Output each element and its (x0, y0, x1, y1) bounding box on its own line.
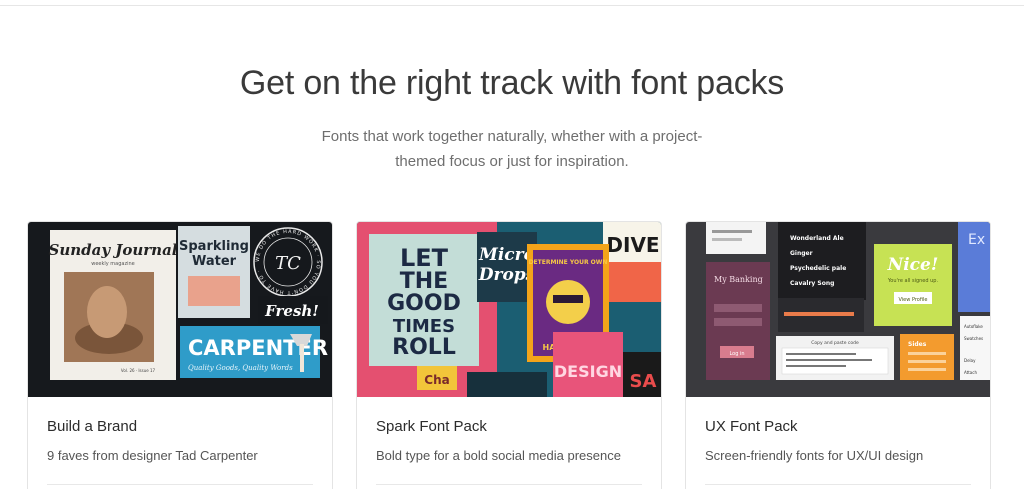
art-menu-item-1: Wonderland Ale (790, 235, 844, 242)
card-title[interactable]: Build a Brand (47, 418, 137, 435)
art-determine: DETERMINE YOUR OWN (529, 259, 608, 266)
card-title[interactable]: UX Font Pack (705, 418, 798, 435)
card-thumbnail[interactable]: LET THE GOOD TIMES ROLL Micro Drops DIVE… (357, 222, 661, 397)
art-dive: DIVE (606, 233, 659, 257)
card-thumbnail[interactable]: Sunday Journal weekly magazine Vol. 26 ·… (28, 222, 332, 397)
art-cha: Cha (424, 373, 449, 387)
art-signed-up: You're all signed up. (887, 278, 939, 284)
font-pack-card-build-a-brand[interactable]: Sunday Journal weekly magazine Vol. 26 ·… (27, 221, 333, 489)
art-poster-line-1: LET (400, 244, 449, 272)
art-journal-title: Sunday Journal (48, 241, 177, 259)
art-design: DESIGN (554, 362, 622, 381)
art-ex: Ex (968, 232, 985, 248)
card-divider (376, 484, 642, 485)
art-poster-line-4: TIMES (393, 316, 455, 337)
art-view-profile: View Profile (898, 297, 927, 303)
art-poster-line-3: GOOD (387, 291, 461, 316)
card-description: Bold type for a bold social media presen… (376, 448, 621, 463)
art-drops: Drops (478, 265, 536, 285)
font-pack-card-spark[interactable]: LET THE GOOD TIMES ROLL Micro Drops DIVE… (356, 221, 662, 489)
art-menu-item-4: Cavalry Song (790, 280, 834, 287)
font-pack-card-ux[interactable]: Wonderland Ale Ginger Psychedelic pale C… (685, 221, 991, 489)
art-badge-mono: TC (275, 253, 301, 274)
art-copy-paste: Copy and paste code (811, 340, 859, 346)
build-a-brand-artwork: Sunday Journal weekly magazine Vol. 26 ·… (28, 222, 332, 397)
card-thumbnail[interactable]: Wonderland Ale Ginger Psychedelic pale C… (686, 222, 990, 397)
art-poster-line-5: ROLL (392, 335, 456, 360)
art-login: Log in (729, 351, 744, 357)
art-sa: SA (630, 371, 657, 392)
art-menu-item-2: Ginger (790, 250, 813, 257)
card-divider (47, 484, 313, 485)
art-journal-sub: weekly magazine (91, 261, 135, 267)
card-title[interactable]: Spark Font Pack (376, 418, 487, 435)
ux-font-pack-artwork: Wonderland Ale Ginger Psychedelic pale C… (686, 222, 990, 397)
card-divider (705, 484, 971, 485)
art-list-item-1: Autoflake (964, 324, 983, 329)
art-sides: Sides (908, 341, 927, 348)
art-nice: Nice! (887, 255, 939, 275)
card-description: Screen-friendly fonts for UX/UI design (705, 448, 924, 463)
art-water: Water (192, 254, 237, 269)
art-list-item-3: Delay (964, 358, 976, 363)
art-carpenter-tagline: Quality Goods, Quality Words (188, 364, 293, 372)
art-sparkling: Sparkling (179, 239, 249, 254)
art-micro: Micro (478, 245, 535, 265)
page-title: Get on the right track with font packs (239, 64, 785, 102)
card-description: 9 faves from designer Tad Carpenter (47, 448, 258, 463)
page-subtitle: Fonts that work together naturally, whet… (321, 128, 703, 170)
spark-font-pack-artwork: LET THE GOOD TIMES ROLL Micro Drops DIVE… (357, 222, 661, 397)
art-fresh: Fresh! (264, 302, 319, 320)
art-list-item-2: Swatches (964, 336, 983, 341)
art-menu-item-3: Psychedelic pale (790, 265, 846, 272)
top-divider (0, 5, 1024, 6)
art-journal-issue: Vol. 26 · Issue 17 (121, 368, 156, 373)
art-list-item-4: Attach (964, 370, 977, 375)
art-banking: My Banking (714, 275, 763, 284)
